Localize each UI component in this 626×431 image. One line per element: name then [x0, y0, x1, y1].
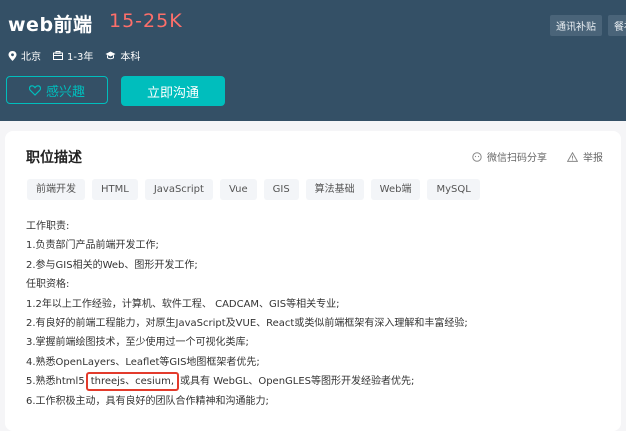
wechat-share-label: 微信扫码分享 — [487, 153, 547, 164]
meta-location: 北京 — [8, 48, 41, 63]
description-text: 5.熟悉html5 — [26, 376, 85, 388]
section-title: 职位描述 — [26, 150, 82, 166]
skill-tag: HTML — [92, 179, 138, 200]
meta-education: 本科 — [105, 48, 140, 63]
skill-tag: Vue — [219, 179, 257, 200]
skill-tag: 前端开发 — [27, 179, 85, 200]
description-line: 2.有良好的前端工程能力，对原生JavaScript及VUE、React或类似前… — [26, 317, 468, 329]
description-line: 4.熟悉OpenLayers、Leaflet等GIS地图框架者优先; — [26, 356, 260, 368]
description-line: 工作职责: — [26, 221, 70, 232]
chat-now-button[interactable]: 立即沟通 — [121, 76, 225, 106]
interest-label: 感兴趣 — [45, 84, 85, 100]
job-meta: 北京 1-3年 本科 — [8, 48, 152, 63]
graduation-cap-icon — [105, 51, 116, 60]
meta-experience: 1-3年 — [53, 48, 93, 63]
skill-tag: JavaScript — [144, 179, 213, 200]
card-actions: 微信扫码分享 举报 — [452, 149, 603, 164]
benefit-tag: 餐补 — [608, 15, 626, 36]
skill-tag: MySQL — [427, 179, 480, 200]
description-line: 3.掌握前端绘图技术，至少使用过一个可视化类库; — [26, 337, 249, 349]
salary: 15-25K — [109, 10, 183, 32]
wechat-share-button[interactable]: 微信扫码分享 — [472, 149, 547, 164]
experience-text: 1-3年 — [67, 52, 94, 63]
description-line: 1.2年以上工作经验，计算机、软件工程、 CADCAM、GIS等相关专业; — [26, 298, 340, 310]
description-line: 6.工作积极主动，具有良好的团队合作精神和沟通能力; — [26, 395, 269, 407]
report-button[interactable]: 举报 — [567, 149, 603, 164]
location-text: 北京 — [21, 52, 41, 63]
education-text: 本科 — [120, 52, 141, 63]
briefcase-icon — [53, 51, 63, 60]
warning-triangle-icon — [567, 151, 578, 162]
skill-tag: 算法基础 — [305, 179, 364, 200]
benefit-tags: 通讯补贴 餐补 — [550, 15, 626, 36]
description-line: 任职资格: — [26, 279, 70, 291]
job-header: web前端 15-25K 通讯补贴 餐补 北京 1-3年 本科 — [0, 0, 626, 121]
skill-tags: 前端开发 HTML JavaScript Vue GIS 算法基础 Web端 M… — [27, 179, 480, 200]
job-title: web前端 — [8, 14, 93, 36]
skill-tag: Web端 — [370, 179, 421, 200]
job-description-text: 工作职责: 1.负责部门产品前端开发工作; 2.参与GIS相关的Web、图形开发… — [26, 217, 468, 411]
location-pin-icon — [8, 50, 17, 61]
skill-tag: GIS — [263, 179, 299, 200]
description-line: 2.参与GIS相关的Web、图形开发工作; — [26, 259, 198, 271]
description-text: 或具有 WebGL、OpenGLES等图形开发经验者优先; — [180, 376, 415, 388]
chat-now-label: 立即沟通 — [146, 85, 199, 101]
highlight-box: threejs、cesium, — [85, 372, 180, 392]
interest-button[interactable]: 感兴趣 — [6, 76, 108, 104]
benefit-tag: 通讯补贴 — [550, 15, 602, 36]
description-line-highlighted: 5.熟悉html5 threejs、cesium, 或具有 WebGL、OpenGL… — [26, 372, 468, 392]
wechat-icon — [472, 151, 482, 162]
description-line: 1.负责部门产品前端开发工作; — [26, 240, 159, 252]
heart-outline-icon — [28, 84, 41, 96]
report-label: 举报 — [583, 153, 603, 164]
job-description-card: 职位描述 微信扫码分享 举报 前端开发 HTML JavaScript Vue … — [5, 131, 621, 431]
